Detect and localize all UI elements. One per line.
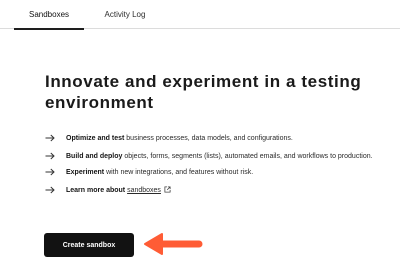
- arrow-left-icon: [144, 233, 203, 255]
- list-item: Experiment with new integrations, and fe…: [45, 167, 395, 178]
- feature-text: objects, forms, segments (lists), automa…: [122, 153, 373, 160]
- feature-list: Optimize and test business processes, da…: [45, 133, 395, 196]
- feature-title: Optimize and test: [66, 135, 125, 142]
- list-item: Build and deploy objects, forms, segment…: [45, 151, 395, 162]
- arrow-right-icon: [45, 186, 55, 194]
- arrow-right-icon: [45, 134, 55, 142]
- tab-bar: Sandboxes Activity Log: [0, 0, 400, 30]
- external-link-icon: [164, 186, 171, 193]
- feature-text: with new integrations, and features with…: [104, 169, 254, 176]
- sandboxes-link[interactable]: sandboxes: [127, 187, 161, 194]
- page-title: Innovate and experiment in a testing env…: [45, 72, 362, 112]
- tab-sandboxes[interactable]: Sandboxes: [14, 0, 84, 30]
- feature-title: Learn more about: [66, 187, 126, 194]
- tab-activity-log[interactable]: Activity Log: [88, 0, 162, 29]
- arrow-right-icon: [45, 168, 55, 176]
- list-item: Learn more about sandboxes: [45, 185, 395, 196]
- feature-title: Build and deploy: [66, 153, 123, 160]
- feature-title: Experiment: [66, 169, 105, 176]
- create-sandbox-button[interactable]: Create sandbox: [44, 233, 134, 257]
- arrow-right-icon: [45, 152, 55, 160]
- feature-text: business processes, data models, and con…: [124, 135, 293, 142]
- list-item: Optimize and test business processes, da…: [45, 133, 395, 144]
